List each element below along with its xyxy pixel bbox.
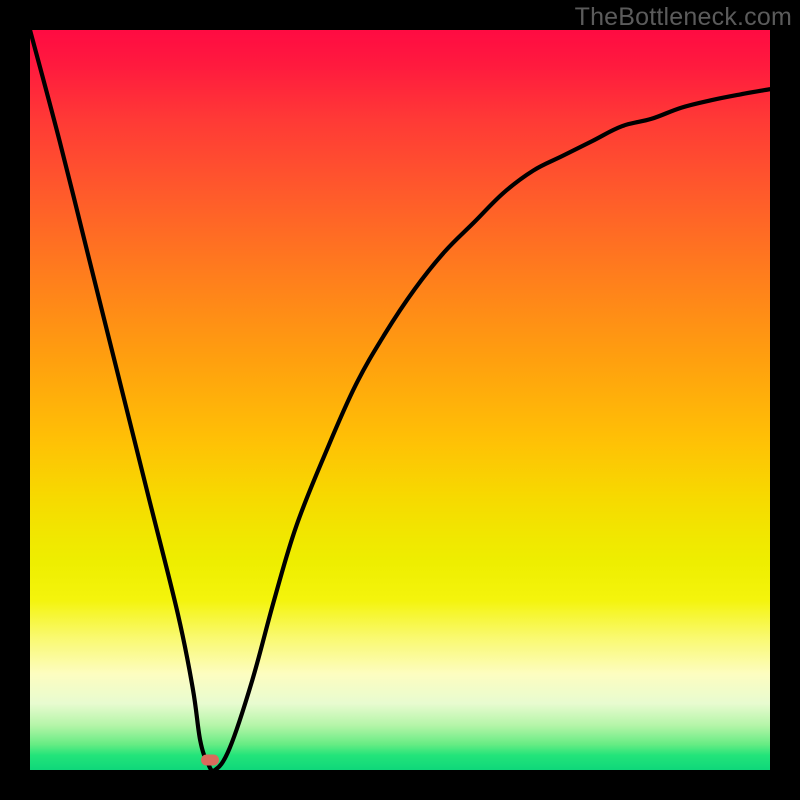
watermark-text: TheBottleneck.com (575, 3, 792, 32)
chart-frame: TheBottleneck.com (0, 0, 800, 800)
optimal-marker (201, 755, 219, 766)
curve-svg (30, 30, 770, 770)
bottleneck-curve (30, 30, 770, 770)
plot-area (30, 30, 770, 770)
